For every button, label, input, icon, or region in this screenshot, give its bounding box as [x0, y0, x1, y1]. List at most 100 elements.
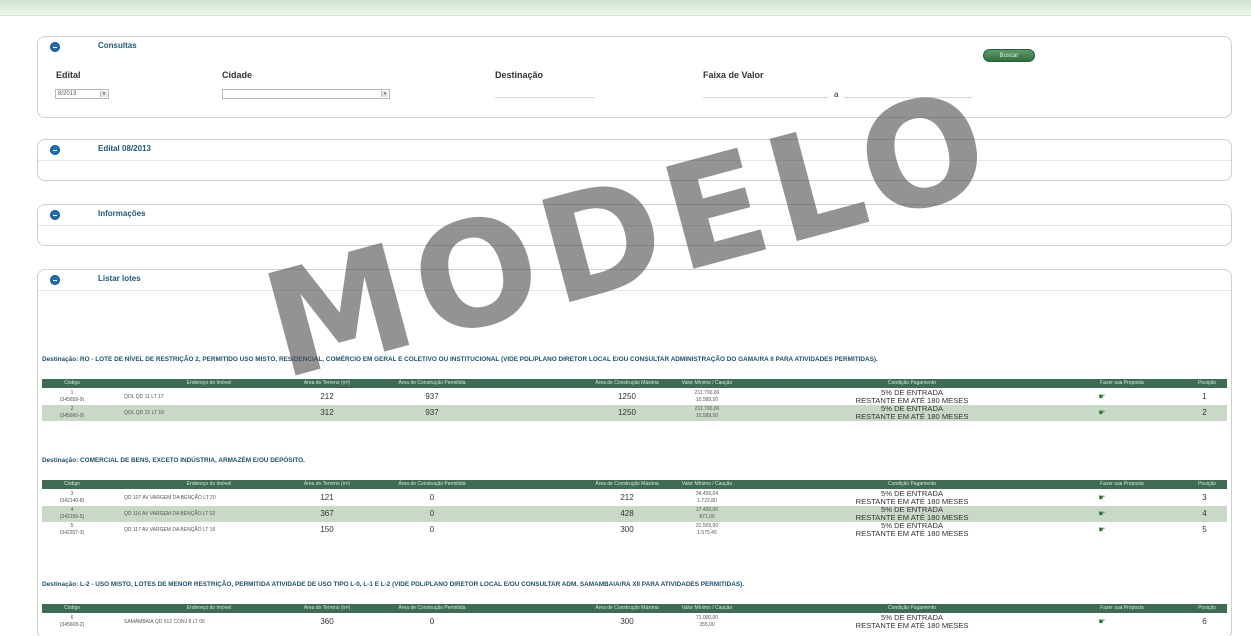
- column-header: Valor Mínimo / Caução: [681, 380, 733, 386]
- area-terreno-value: 121: [320, 493, 334, 502]
- address-text: QOL QD 12 LT 18: [124, 410, 164, 416]
- condicao-pagamento: 5% DE ENTRADA RESTANTE EM ATÉ 180 MESES: [802, 490, 1022, 506]
- pointing-hand-icon[interactable]: ☛: [1098, 408, 1105, 417]
- address-text: QD 116 AV VARGEM DA BENÇÃO LT 02: [124, 511, 216, 517]
- area-permitida: 937: [392, 405, 472, 421]
- condicao-pagamento: 5% DE ENTRADA RESTANTE EM ATÉ 180 MESES: [802, 405, 1022, 421]
- area-maxima-value: 212: [620, 493, 634, 502]
- posicao: 1: [1192, 389, 1217, 405]
- lot-number: 4: [70, 507, 74, 513]
- faixa-valor-label: Faixa de Valor: [703, 70, 764, 80]
- table-row[interactable]: 6 (345608-2) SAMAMBAIA QD 512 CONJ 8 LT 06…: [42, 614, 1227, 630]
- column-header: Endereço do Imóvel: [186, 481, 232, 487]
- column-header: Condição Pagamento: [887, 380, 937, 386]
- table-row[interactable]: 3 (342140-8) QD 107 AV VARGEM DA BENÇÃO LT…: [42, 490, 1227, 506]
- table-header: Código Endereço do Imóvel Área do Terreno …: [42, 480, 1227, 489]
- column-header: Área do Terreno (m²): [303, 380, 351, 386]
- area-maxima: 300: [587, 522, 667, 538]
- listar-lotes-header[interactable]: Listar lotes: [38, 270, 1231, 288]
- column-header: Área de Construção Máxima: [595, 380, 659, 386]
- column-header: Área do Terreno (m²): [303, 481, 351, 487]
- faixa-min-input[interactable]: [703, 97, 828, 98]
- valor-minimo-value: 211.790,00: [694, 406, 720, 412]
- column-header: Posição: [1198, 380, 1216, 386]
- consultas-title: Consultas: [98, 41, 137, 50]
- lot-number: 3: [70, 491, 74, 497]
- posicao-value: 2: [1202, 408, 1207, 417]
- edital-panel-header[interactable]: Edital 08/2013: [38, 140, 1231, 158]
- cidade-label: Cidade: [222, 70, 253, 80]
- column-header: Área de Construção Máxima: [595, 481, 659, 487]
- column-header: Condição Pagamento: [887, 605, 937, 611]
- table-row[interactable]: 2 (345660-9) QOL QD 12 LT 18 312 937 1250 211.…: [42, 405, 1227, 421]
- collapse-toggle-icon[interactable]: [50, 145, 60, 155]
- lot-registry: (342140-8): [59, 498, 85, 504]
- area-permitida-value: 0: [429, 509, 435, 518]
- table-row[interactable]: 1 (345658-9) QOL QD 11 LT 17 212 937 1250 211.…: [42, 389, 1227, 405]
- area-terreno-value: 367: [320, 509, 334, 518]
- valor-minimo-value: 34.456,04: [695, 491, 719, 497]
- column-header: Código: [64, 380, 80, 386]
- lot-code: 2 (345660-9): [42, 405, 102, 421]
- proposal-cell: ☛: [1092, 506, 1112, 522]
- posicao-value: 5: [1202, 525, 1207, 534]
- posicao: 2: [1192, 405, 1217, 421]
- area-maxima-value: 1250: [618, 392, 636, 401]
- lot-code: 1 (345658-9): [42, 389, 102, 405]
- restante-text: RESTANTE EM ATÉ 180 MESES: [855, 529, 969, 538]
- table-row[interactable]: 5 (342207-3) QD 117 AV VARGEM DA BENÇÃO LT…: [42, 522, 1227, 538]
- caucao-value: 871,00: [699, 514, 715, 520]
- area-terreno: 360: [302, 614, 352, 630]
- area-terreno-value: 312: [320, 408, 334, 417]
- posicao-value: 6: [1202, 617, 1207, 626]
- column-header: Área do Terreno (m²): [303, 605, 351, 611]
- informacoes-panel: Informações: [37, 204, 1232, 246]
- faixa-max-input[interactable]: [844, 97, 972, 98]
- valor-minimo: 34.456,04 1.722,80: [672, 490, 742, 506]
- column-header: Posição: [1198, 605, 1216, 611]
- collapse-toggle-icon[interactable]: [50, 210, 60, 220]
- edital-panel-title: Edital 08/2013: [98, 144, 151, 153]
- pointing-hand-icon[interactable]: ☛: [1098, 493, 1105, 502]
- chevron-down-icon[interactable]: ▾: [100, 91, 107, 97]
- table-header: Código Endereço do Imóvel Área do Terreno …: [42, 379, 1227, 388]
- area-maxima: 1250: [587, 389, 667, 405]
- posicao: 6: [1192, 614, 1217, 630]
- area-permitida: 937: [392, 389, 472, 405]
- lot-address: QOL QD 12 LT 18: [124, 405, 294, 421]
- search-button[interactable]: Buscar: [983, 49, 1035, 62]
- lot-number: 1: [70, 390, 74, 396]
- lot-address: SAMAMBAIA QD 512 CONJ 8 LT 06: [124, 614, 294, 630]
- chevron-down-icon[interactable]: ▾: [381, 91, 388, 97]
- lot-registry: (345658-9): [59, 397, 85, 403]
- restante-text: RESTANTE EM ATÉ 180 MESES: [855, 621, 969, 630]
- divider: [38, 290, 1231, 291]
- lot-code: 6 (345608-2): [42, 614, 102, 630]
- cidade-select[interactable]: ▾: [222, 89, 390, 99]
- collapse-toggle-icon[interactable]: [50, 275, 60, 285]
- pointing-hand-icon[interactable]: ☛: [1098, 509, 1105, 518]
- proposal-cell: ☛: [1092, 405, 1112, 421]
- destinacao-input[interactable]: [495, 97, 595, 98]
- table-row[interactable]: 4 (342156-5) QD 116 AV VARGEM DA BENÇÃO LT…: [42, 506, 1227, 522]
- edital-select[interactable]: 8/2013 ▾: [55, 89, 109, 99]
- caucao-value: 1.722,80: [697, 498, 717, 504]
- posicao-value: 3: [1202, 493, 1207, 502]
- area-maxima: 300: [587, 614, 667, 630]
- pointing-hand-icon[interactable]: ☛: [1098, 392, 1105, 401]
- pointing-hand-icon[interactable]: ☛: [1098, 617, 1105, 626]
- condicao-pagamento: 5% DE ENTRADA RESTANTE EM ATÉ 180 MESES: [802, 506, 1022, 522]
- area-permitida-value: 0: [429, 493, 435, 502]
- address-text: QD 107 AV VARGEM DA BENÇÃO LT 20: [124, 495, 216, 501]
- collapse-toggle-icon[interactable]: [50, 42, 60, 52]
- valor-minimo: 211.790,00 10.589,50: [672, 405, 742, 421]
- pointing-hand-icon[interactable]: ☛: [1098, 525, 1105, 534]
- area-terreno-value: 212: [320, 392, 334, 401]
- destination-heading: Destinação: RO - LOTE DE NÍVEL DE RESTRI…: [42, 356, 878, 363]
- condicao-pagamento: 5% DE ENTRADA RESTANTE EM ATÉ 180 MESES: [802, 522, 1022, 538]
- column-header: Área de Construção Máxima: [595, 605, 659, 611]
- valor-minimo: 211.790,00 10.589,50: [672, 389, 742, 405]
- consultas-header[interactable]: Consultas: [38, 37, 1231, 55]
- informacoes-header[interactable]: Informações: [38, 205, 1231, 223]
- table-header: Código Endereço do Imóvel Área do Terreno …: [42, 604, 1227, 613]
